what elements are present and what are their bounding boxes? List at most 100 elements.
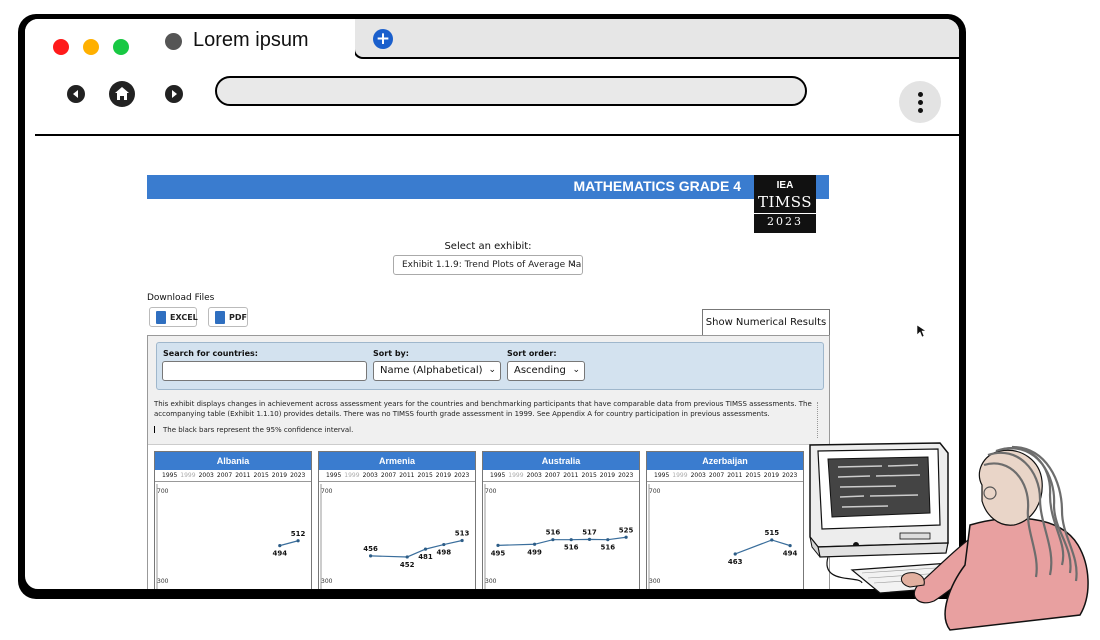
forward-arrow-icon: [172, 90, 177, 98]
trend-point[interactable]: [423, 547, 428, 551]
trend-point[interactable]: [405, 555, 409, 559]
year-tick-label: 1999: [344, 472, 360, 479]
y-axis-max-label: 700: [485, 488, 497, 495]
y-axis-max-label: 700: [649, 488, 661, 495]
year-tick-label: 2003: [362, 472, 378, 479]
person-at-computer-illustration: [809, 442, 1089, 631]
year-tick-label: 1995: [162, 472, 178, 479]
trend-point[interactable]: [533, 542, 537, 546]
trend-chart-card: Albania 1995 1999 2003 2007 2011 2015 2019 2023 4…: [154, 451, 312, 589]
year-tick-label: 2023: [618, 472, 634, 479]
back-arrow-icon: [73, 90, 78, 98]
year-tick-label: 2011: [399, 472, 415, 479]
exhibit-select-value: Exhibit 1.1.9: Trend Plots of Average Ma: [402, 260, 582, 270]
year-tick-label: 2023: [290, 472, 306, 479]
year-tick-label: 1995: [654, 472, 670, 479]
browser-menu-button[interactable]: [899, 81, 941, 123]
trend-point[interactable]: [442, 542, 446, 547]
data-label: 494: [272, 550, 287, 558]
y-axis-min-label: 300: [649, 578, 661, 585]
show-numerical-results-tab[interactable]: Show Numerical Results: [702, 309, 830, 335]
y-axis-max-label: 700: [321, 488, 333, 495]
home-icon: [115, 87, 129, 100]
year-tick-label: 2019: [599, 472, 616, 479]
year-tick-label: 2007: [380, 472, 397, 479]
trend-chart-card: Australia 1995 1999 2003 2007 2011 2015 2019 202…: [482, 451, 640, 589]
download-pdf-label: PDF: [229, 313, 247, 322]
year-tick-label: 1999: [672, 472, 688, 479]
minimize-window-button[interactable]: [83, 39, 99, 55]
data-label: 499: [527, 548, 542, 556]
data-label: 456: [363, 545, 378, 553]
sort-by-select[interactable]: Name (Alphabetical) ⌄: [373, 361, 501, 381]
data-label: 517: [582, 528, 597, 536]
sort-order-select[interactable]: Ascending ⌄: [507, 361, 585, 381]
y-axis-min-label: 300: [321, 578, 333, 585]
download-files-label: Download Files: [147, 293, 215, 303]
browser-tab-active[interactable]: Lorem ipsum: [145, 19, 355, 59]
trend-point[interactable]: [606, 538, 610, 542]
trend-line: [279, 540, 299, 547]
forward-button[interactable]: [165, 85, 183, 103]
year-tick-label: 2019: [271, 472, 288, 479]
trend-point[interactable]: [460, 538, 464, 543]
logo-org: IEA: [776, 180, 794, 191]
logo-name: TIMSS: [757, 193, 813, 211]
year-tick-label: 2019: [435, 472, 452, 479]
trend-point[interactable]: [278, 544, 282, 548]
trend-point[interactable]: [496, 543, 500, 547]
home-button[interactable]: [109, 81, 135, 107]
data-label: 481: [418, 553, 433, 561]
year-tick-label: 2015: [581, 472, 597, 479]
year-tick-label: 2015: [417, 472, 433, 479]
data-label: 512: [291, 530, 306, 538]
trend-point[interactable]: [733, 552, 737, 556]
data-label: 516: [564, 544, 579, 552]
chart-title: Azerbaijan: [647, 452, 803, 470]
y-axis-min-label: 300: [157, 578, 169, 585]
address-bar[interactable]: [215, 76, 807, 106]
trend-point[interactable]: [369, 554, 373, 558]
data-label: 494: [783, 550, 798, 558]
trend-point[interactable]: [770, 538, 774, 542]
logo-year: 2023: [754, 213, 816, 228]
trend-point[interactable]: [624, 535, 628, 539]
year-tick-label: 2011: [563, 472, 579, 479]
chevron-down-icon: ⌄: [569, 259, 577, 269]
country-search-input[interactable]: [162, 361, 367, 381]
back-button[interactable]: [67, 85, 85, 103]
trend-plot: 495 499516516517516525: [484, 484, 634, 589]
exhibit-description: This exhibit displays changes in achieve…: [154, 400, 812, 418]
chart-title: Albania: [155, 452, 311, 470]
trend-point[interactable]: [551, 538, 555, 542]
trend-point[interactable]: [788, 544, 792, 548]
exhibit-select[interactable]: Exhibit 1.1.9: Trend Plots of Average Ma…: [393, 255, 583, 275]
exhibit-label: Select an exhibit:: [444, 241, 532, 252]
new-tab-button[interactable]: +: [373, 29, 393, 49]
year-tick-label: 1995: [326, 472, 342, 479]
excel-file-icon: [156, 311, 166, 324]
trend-point[interactable]: [587, 537, 592, 542]
trend-chart-card: Armenia 1995 1999 2003 2007 2011 2015 2019 2023 4…: [318, 451, 476, 589]
maximize-window-button[interactable]: [113, 39, 129, 55]
year-tick-label: 1999: [180, 472, 196, 479]
year-tick-label: 2023: [782, 472, 798, 479]
close-window-button[interactable]: [53, 39, 69, 55]
download-excel-label: EXCEL: [170, 313, 198, 322]
exhibit-panel: Search for countries: Sort by: Name (Alp…: [147, 335, 830, 589]
download-excel-button[interactable]: EXCEL: [149, 307, 198, 327]
toolbar-divider: [35, 134, 959, 136]
filter-bar: Search for countries: Sort by: Name (Alp…: [156, 342, 824, 390]
trend-point[interactable]: [569, 538, 573, 542]
data-label: 525: [619, 526, 634, 534]
data-label: 498: [436, 549, 451, 557]
download-pdf-button[interactable]: PDF: [208, 307, 248, 327]
chevron-down-icon: ⌄: [488, 365, 496, 375]
data-label: 516: [546, 529, 561, 537]
trend-point[interactable]: [296, 539, 300, 543]
y-axis-max-label: 700: [157, 488, 169, 495]
confidence-note: The black bars represent the 95% confide…: [154, 426, 353, 434]
data-label: 463: [728, 558, 743, 566]
confidence-bar-icon: [154, 426, 155, 433]
year-tick-label: 2007: [216, 472, 233, 479]
